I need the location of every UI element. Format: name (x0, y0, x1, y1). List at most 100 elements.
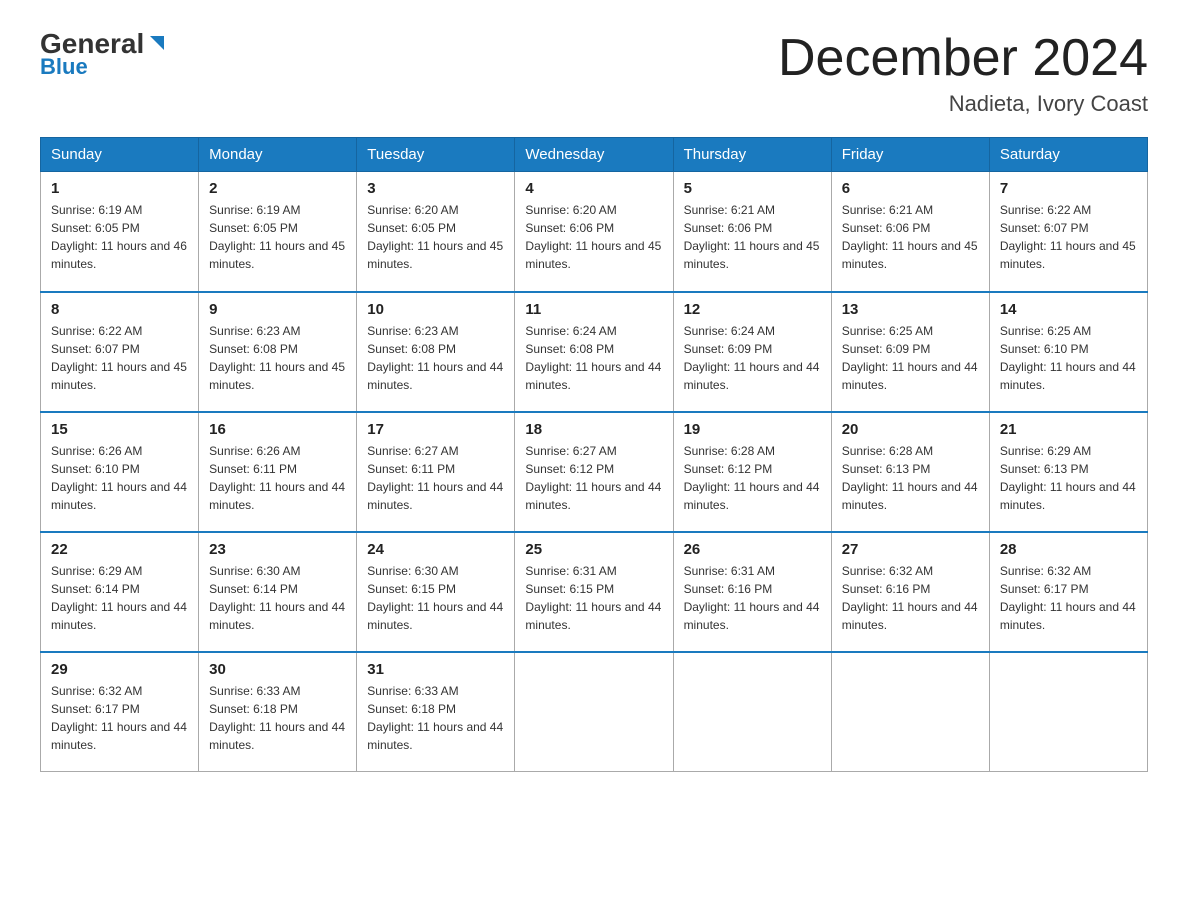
day-info: Sunrise: 6:24 AMSunset: 6:08 PMDaylight:… (525, 322, 662, 394)
day-info: Sunrise: 6:31 AMSunset: 6:16 PMDaylight:… (684, 562, 821, 634)
title-section: December 2024 Nadieta, Ivory Coast (778, 30, 1148, 117)
day-number: 25 (525, 541, 662, 558)
day-number: 2 (209, 180, 346, 197)
day-number: 10 (367, 301, 504, 318)
page-header: General Blue December 2024 Nadieta, Ivor… (40, 30, 1148, 117)
weekday-header-wednesday: Wednesday (515, 138, 673, 172)
day-number: 23 (209, 541, 346, 558)
day-number: 7 (1000, 180, 1137, 197)
calendar-cell (515, 652, 673, 772)
day-info: Sunrise: 6:21 AMSunset: 6:06 PMDaylight:… (842, 201, 979, 273)
day-number: 30 (209, 661, 346, 678)
day-info: Sunrise: 6:20 AMSunset: 6:05 PMDaylight:… (367, 201, 504, 273)
calendar-cell: 28 Sunrise: 6:32 AMSunset: 6:17 PMDayligh… (989, 532, 1147, 652)
day-number: 3 (367, 180, 504, 197)
weekday-header-monday: Monday (199, 138, 357, 172)
day-number: 22 (51, 541, 188, 558)
day-info: Sunrise: 6:23 AMSunset: 6:08 PMDaylight:… (209, 322, 346, 394)
month-title: December 2024 (778, 30, 1148, 87)
calendar-week-row: 1 Sunrise: 6:19 AMSunset: 6:05 PMDaylight… (41, 172, 1148, 292)
day-number: 20 (842, 421, 979, 438)
day-number: 12 (684, 301, 821, 318)
day-info: Sunrise: 6:24 AMSunset: 6:09 PMDaylight:… (684, 322, 821, 394)
calendar-cell (989, 652, 1147, 772)
calendar-cell: 14Sunrise: 6:25 AMSunset: 6:10 PMDayligh… (989, 292, 1147, 412)
day-number: 26 (684, 541, 821, 558)
day-info: Sunrise: 6:27 AMSunset: 6:11 PMDaylight:… (367, 442, 504, 514)
logo-blue: Blue (40, 54, 88, 80)
day-number: 5 (684, 180, 821, 197)
calendar-table: SundayMondayTuesdayWednesdayThursdayFrid… (40, 137, 1148, 772)
calendar-cell: 30Sunrise: 6:33 AMSunset: 6:18 PMDayligh… (199, 652, 357, 772)
day-info: Sunrise: 6:30 AMSunset: 6:14 PMDaylight:… (209, 562, 346, 634)
calendar-cell: 20 Sunrise: 6:28 AMSunset: 6:13 PMDayligh… (831, 412, 989, 532)
day-number: 1 (51, 180, 188, 197)
day-number: 9 (209, 301, 346, 318)
calendar-week-row: 29 Sunrise: 6:32 AMSunset: 6:17 PMDayligh… (41, 652, 1148, 772)
weekday-header-saturday: Saturday (989, 138, 1147, 172)
day-info: Sunrise: 6:29 AMSunset: 6:13 PMDaylight:… (1000, 442, 1137, 514)
day-number: 18 (525, 421, 662, 438)
calendar-header-row: SundayMondayTuesdayWednesdayThursdayFrid… (41, 138, 1148, 172)
day-info: Sunrise: 6:27 AMSunset: 6:12 PMDaylight:… (525, 442, 662, 514)
calendar-cell: 4 Sunrise: 6:20 AMSunset: 6:06 PMDaylight… (515, 172, 673, 292)
calendar-cell: 27Sunrise: 6:32 AMSunset: 6:16 PMDayligh… (831, 532, 989, 652)
day-number: 17 (367, 421, 504, 438)
day-info: Sunrise: 6:22 AMSunset: 6:07 PMDaylight:… (51, 322, 188, 394)
day-info: Sunrise: 6:20 AMSunset: 6:06 PMDaylight:… (525, 201, 662, 273)
day-number: 19 (684, 421, 821, 438)
calendar-cell: 19Sunrise: 6:28 AMSunset: 6:12 PMDayligh… (673, 412, 831, 532)
calendar-cell: 17 Sunrise: 6:27 AMSunset: 6:11 PMDayligh… (357, 412, 515, 532)
day-info: Sunrise: 6:21 AMSunset: 6:06 PMDaylight:… (684, 201, 821, 273)
day-number: 8 (51, 301, 188, 318)
day-info: Sunrise: 6:32 AMSunset: 6:17 PMDaylight:… (51, 682, 188, 754)
day-number: 28 (1000, 541, 1137, 558)
calendar-cell: 3 Sunrise: 6:20 AMSunset: 6:05 PMDaylight… (357, 172, 515, 292)
calendar-cell: 18 Sunrise: 6:27 AMSunset: 6:12 PMDayligh… (515, 412, 673, 532)
calendar-cell: 6 Sunrise: 6:21 AMSunset: 6:06 PMDaylight… (831, 172, 989, 292)
location: Nadieta, Ivory Coast (778, 91, 1148, 117)
calendar-cell: 15 Sunrise: 6:26 AMSunset: 6:10 PMDayligh… (41, 412, 199, 532)
calendar-cell: 12 Sunrise: 6:24 AMSunset: 6:09 PMDayligh… (673, 292, 831, 412)
day-info: Sunrise: 6:32 AMSunset: 6:17 PMDaylight:… (1000, 562, 1137, 634)
calendar-week-row: 15 Sunrise: 6:26 AMSunset: 6:10 PMDayligh… (41, 412, 1148, 532)
calendar-cell: 29 Sunrise: 6:32 AMSunset: 6:17 PMDayligh… (41, 652, 199, 772)
day-number: 16 (209, 421, 346, 438)
day-number: 31 (367, 661, 504, 678)
calendar-cell (831, 652, 989, 772)
day-number: 27 (842, 541, 979, 558)
day-number: 13 (842, 301, 979, 318)
logo-triangle-icon (146, 32, 168, 54)
day-info: Sunrise: 6:26 AMSunset: 6:10 PMDaylight:… (51, 442, 188, 514)
weekday-header-friday: Friday (831, 138, 989, 172)
weekday-header-thursday: Thursday (673, 138, 831, 172)
calendar-cell: 23 Sunrise: 6:30 AMSunset: 6:14 PMDayligh… (199, 532, 357, 652)
day-number: 24 (367, 541, 504, 558)
day-info: Sunrise: 6:26 AMSunset: 6:11 PMDaylight:… (209, 442, 346, 514)
day-number: 15 (51, 421, 188, 438)
calendar-cell: 26 Sunrise: 6:31 AMSunset: 6:16 PMDayligh… (673, 532, 831, 652)
day-info: Sunrise: 6:22 AMSunset: 6:07 PMDaylight:… (1000, 201, 1137, 273)
day-info: Sunrise: 6:29 AMSunset: 6:14 PMDaylight:… (51, 562, 188, 634)
day-number: 6 (842, 180, 979, 197)
day-info: Sunrise: 6:25 AMSunset: 6:09 PMDaylight:… (842, 322, 979, 394)
day-info: Sunrise: 6:30 AMSunset: 6:15 PMDaylight:… (367, 562, 504, 634)
day-info: Sunrise: 6:28 AMSunset: 6:13 PMDaylight:… (842, 442, 979, 514)
day-number: 11 (525, 301, 662, 318)
calendar-cell: 21Sunrise: 6:29 AMSunset: 6:13 PMDayligh… (989, 412, 1147, 532)
calendar-cell: 31Sunrise: 6:33 AMSunset: 6:18 PMDayligh… (357, 652, 515, 772)
weekday-header-tuesday: Tuesday (357, 138, 515, 172)
day-number: 14 (1000, 301, 1137, 318)
calendar-cell: 5 Sunrise: 6:21 AMSunset: 6:06 PMDaylight… (673, 172, 831, 292)
weekday-header-sunday: Sunday (41, 138, 199, 172)
calendar-cell: 16 Sunrise: 6:26 AMSunset: 6:11 PMDayligh… (199, 412, 357, 532)
calendar-cell: 2 Sunrise: 6:19 AMSunset: 6:05 PMDaylight… (199, 172, 357, 292)
day-info: Sunrise: 6:23 AMSunset: 6:08 PMDaylight:… (367, 322, 504, 394)
day-info: Sunrise: 6:19 AMSunset: 6:05 PMDaylight:… (209, 201, 346, 273)
calendar-cell: 9 Sunrise: 6:23 AMSunset: 6:08 PMDaylight… (199, 292, 357, 412)
day-number: 29 (51, 661, 188, 678)
calendar-cell: 24 Sunrise: 6:30 AMSunset: 6:15 PMDayligh… (357, 532, 515, 652)
calendar-week-row: 22 Sunrise: 6:29 AMSunset: 6:14 PMDayligh… (41, 532, 1148, 652)
calendar-cell: 8 Sunrise: 6:22 AMSunset: 6:07 PMDaylight… (41, 292, 199, 412)
day-number: 4 (525, 180, 662, 197)
